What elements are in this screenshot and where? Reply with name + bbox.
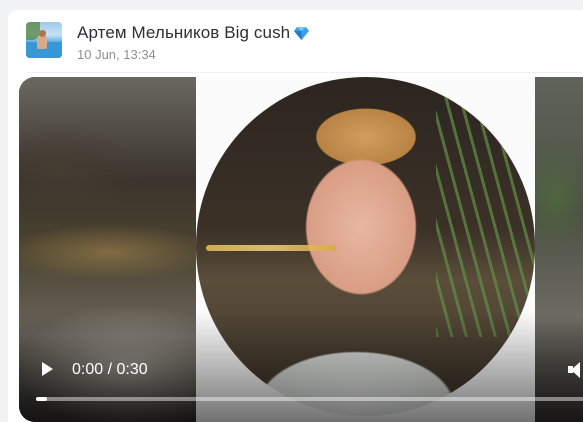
header-divider: [26, 72, 583, 73]
post-header: Артем Мельников Big cush 10 Jun, 13:34: [26, 20, 583, 70]
time-display: 0:00 / 0:30: [72, 361, 148, 378]
background-plant: [436, 77, 535, 337]
volume-icon[interactable]: [566, 361, 583, 379]
author-name[interactable]: Артем Мельников Big cush: [77, 23, 290, 43]
avatar-figure-shape: [37, 35, 47, 49]
background-lights: [206, 245, 336, 251]
author-row: Артем Мельников Big cush: [77, 21, 310, 45]
play-icon[interactable]: [39, 360, 55, 378]
avatar[interactable]: [26, 22, 62, 58]
video-player[interactable]: 0:00 / 0:30: [19, 77, 583, 422]
progress-fill: [36, 397, 48, 401]
post-date[interactable]: 10 Jun, 13:34: [77, 47, 156, 62]
progress-bar[interactable]: [36, 397, 583, 401]
diamond-icon: [294, 26, 310, 40]
avatar-head-shape: [39, 30, 46, 37]
